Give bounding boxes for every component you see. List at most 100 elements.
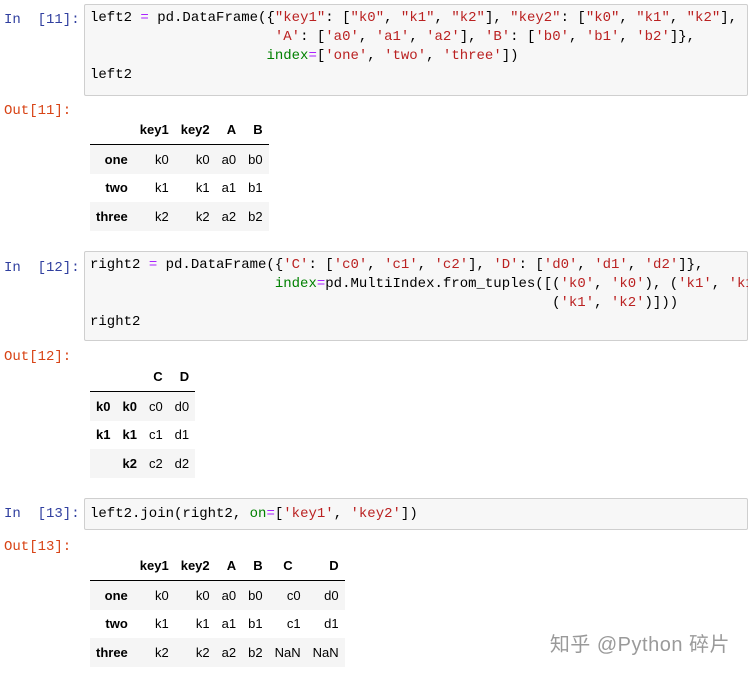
code-line: right2 = pd.DataFrame({'C': ['c0', 'c1',… (90, 257, 704, 273)
table-cell: c2 (148, 455, 163, 471)
dataframe-output-13: key1 key2 A B C D one k0 k0 a0 b0 c0 d0 … (90, 550, 345, 667)
code-line: index=pd.MultiIndex.from_tuples([('k0', … (274, 276, 748, 292)
code-cell-13[interactable]: left2.join(right2, on=['key1', 'key2']) (84, 498, 748, 530)
code-line: left2 (90, 67, 133, 83)
table-cell: k0 (195, 587, 210, 603)
table-cell: a2 (221, 208, 237, 224)
table-cell: a1 (221, 180, 237, 196)
row-index: one (104, 587, 128, 603)
row-index: one (104, 151, 128, 167)
output-prompt-12: Out[12]: (4, 349, 72, 365)
code-line: left2.join(right2, on=['key1', 'key2']) (90, 506, 418, 522)
code-cell-11[interactable]: left2 = pd.DataFrame({"key1": ["k0", "k1… (84, 4, 748, 96)
table-header-row: C D (90, 361, 196, 392)
table-cell: c1 (148, 427, 163, 443)
table-cell: a0 (221, 587, 237, 603)
table-row: k0 k0 c0 d0 (90, 391, 196, 421)
table-cell: k1 (195, 616, 210, 632)
table-cell: k0 (154, 151, 169, 167)
column-header: key2 (180, 121, 210, 137)
table-cell: k0 (195, 151, 210, 167)
table-header-row: key1 key2 A B (90, 114, 269, 145)
column-header: D (179, 368, 190, 384)
input-prompt-11: In [11]: (4, 12, 80, 28)
row-index: three (96, 644, 128, 660)
table-cell: b0 (248, 587, 263, 603)
table-cell: d0 (324, 587, 339, 603)
table-cell: d1 (174, 427, 190, 443)
column-header: key1 (139, 121, 169, 137)
column-header: key1 (139, 557, 169, 573)
table-cell: NaN (274, 644, 301, 660)
row-index: k2 (122, 455, 137, 471)
code-line: ('k1', 'k2')])) (90, 295, 679, 311)
row-index: k1 (96, 427, 111, 443)
table-cell: c1 (286, 616, 301, 632)
table-cell: b2 (248, 208, 263, 224)
column-header: B (253, 121, 263, 137)
table-row: two k1 k1 a1 b1 c1 d1 (90, 610, 345, 639)
table-cell: k2 (154, 644, 169, 660)
table-cell: b1 (248, 616, 263, 632)
code-line: 'A': ['a0', 'a1', 'a2'], 'B': ['b0', 'b1… (274, 29, 696, 45)
table-cell: k1 (154, 616, 169, 632)
table-cell: k1 (154, 180, 169, 196)
table-cell: k2 (154, 208, 169, 224)
code-block-13: left2.join(right2, on=['key1', 'key2']) (85, 499, 747, 524)
row-index: k0 (122, 398, 137, 414)
column-header: A (226, 557, 237, 573)
table-row: one k0 k0 a0 b0 c0 d0 (90, 580, 345, 610)
output-prompt-11: Out[11]: (4, 103, 72, 119)
table-cell: c0 (148, 398, 163, 414)
table-row: three k2 k2 a2 b2 (90, 202, 269, 231)
column-header: C (153, 368, 163, 384)
row-index: k1 (122, 427, 137, 443)
code-line: right2 (90, 314, 141, 330)
row-index: three (96, 208, 128, 224)
row-index: two (105, 180, 128, 196)
column-header: B (253, 557, 263, 573)
table-cell: d2 (174, 455, 190, 471)
column-header: C (283, 557, 293, 573)
dataframe-output-11: key1 key2 A B one k0 k0 a0 b0 two k1 k1 … (90, 114, 269, 231)
code-line: index=['one', 'two', 'three']) (266, 48, 519, 64)
code-block-11: left2 = pd.DataFrame({"key1": ["k0", "k1… (85, 5, 747, 85)
index-header (90, 361, 116, 392)
table-cell: NaN (312, 644, 339, 660)
table-row: one k0 k0 a0 b0 (90, 144, 269, 174)
column-header: D (329, 557, 339, 573)
row-index: two (105, 616, 128, 632)
table-cell: a2 (221, 644, 237, 660)
table-cell: k2 (195, 208, 210, 224)
index-header (116, 361, 142, 392)
output-prompt-13: Out[13]: (4, 539, 72, 555)
input-prompt-12: In [12]: (4, 260, 80, 276)
table-cell: d0 (174, 398, 190, 414)
table-cell: d1 (324, 616, 339, 632)
code-line: left2 = pd.DataFrame({"key1": ["k0", "k1… (90, 10, 738, 26)
code-cell-12[interactable]: right2 = pd.DataFrame({'C': ['c0', 'c1',… (84, 251, 748, 341)
table-cell: k2 (195, 644, 210, 660)
table-header-row: key1 key2 A B C D (90, 550, 345, 581)
table-cell: k0 (154, 587, 169, 603)
table-row: three k2 k2 a2 b2 NaN NaN (90, 638, 345, 667)
table-row: k1 k1 c1 d1 (90, 421, 195, 450)
input-prompt-13: In [13]: (4, 506, 80, 522)
table-row: k2 c2 d2 (90, 449, 196, 478)
row-index: k0 (96, 398, 111, 414)
table-cell: b1 (248, 180, 263, 196)
table-row: two k1 k1 a1 b1 (90, 174, 269, 203)
table-cell: c0 (286, 587, 301, 603)
table-cell: a0 (221, 151, 237, 167)
table-cell: a1 (221, 616, 237, 632)
table-cell: k1 (195, 180, 210, 196)
dataframe-output-12: C D k0 k0 c0 d0 k1 k1 c1 d1 k2 c2 d2 (90, 361, 196, 478)
table-cell: b2 (248, 644, 263, 660)
index-header (90, 550, 134, 581)
table-cell: b0 (248, 151, 263, 167)
column-header: key2 (180, 557, 210, 573)
code-block-12: right2 = pd.DataFrame({'C': ['c0', 'c1',… (85, 252, 748, 332)
watermark: 知乎 @Python 碎片 (549, 634, 730, 656)
row-index (90, 449, 116, 478)
column-header: A (226, 121, 237, 137)
